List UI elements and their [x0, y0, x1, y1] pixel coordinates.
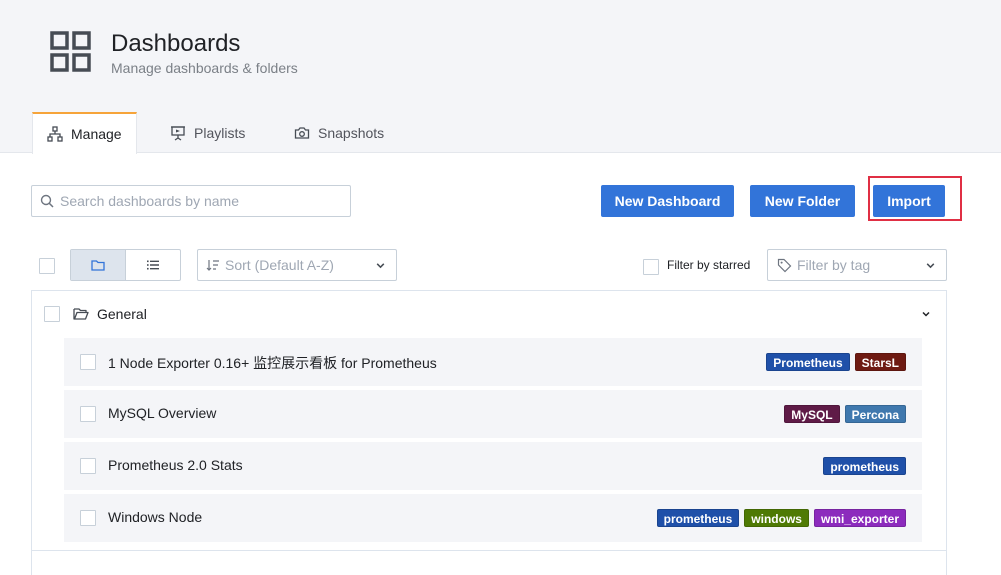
dashboard-tags: Prometheus StarsL	[766, 353, 906, 371]
folder-view-button[interactable]	[71, 250, 126, 280]
dashboard-tags: prometheus windows wmi_exporter	[656, 509, 906, 527]
dashboard-row[interactable]: Windows Node prometheus windows wmi_expo…	[64, 494, 922, 542]
dashboard-row[interactable]: 1 Node Exporter 0.16+ 监控展示看板 for Prometh…	[64, 338, 922, 386]
dashboard-tags: MySQL Percona	[784, 405, 906, 423]
search-input[interactable]	[60, 193, 340, 209]
sitemap-icon	[47, 126, 63, 142]
dashboard-name: MySQL Overview	[108, 405, 217, 421]
folder-checkbox[interactable]	[44, 306, 60, 322]
camera-icon	[294, 127, 310, 139]
presentation-icon	[171, 126, 185, 141]
chevron-down-icon	[376, 263, 385, 269]
tab-snapshots[interactable]: Snapshots	[294, 112, 384, 154]
sort-icon	[206, 260, 219, 271]
tag-filter-placeholder: Filter by tag	[797, 257, 871, 273]
select-all-checkbox[interactable]	[39, 258, 55, 274]
new-dashboard-button[interactable]: New Dashboard	[601, 185, 734, 217]
folder-open-icon	[73, 308, 89, 320]
list-icon	[146, 260, 159, 270]
dashboard-name: Prometheus 2.0 Stats	[108, 457, 243, 473]
dashboard-list-panel: General 1 Node Exporter 0.16+ 监控展示看板 for…	[31, 290, 947, 575]
folder-icon	[91, 260, 105, 271]
tag-badge[interactable]: wmi_exporter	[813, 509, 906, 527]
dashboard-tags: prometheus	[823, 457, 906, 475]
tag-badge[interactable]: prometheus	[823, 457, 906, 475]
tab-label: Playlists	[194, 125, 246, 141]
dashboard-checkbox[interactable]	[80, 406, 96, 422]
dashboard-name: Windows Node	[108, 509, 203, 525]
filter-starred-checkbox[interactable]	[643, 259, 659, 275]
folder-name: General	[97, 306, 147, 322]
tag-badge[interactable]: MySQL	[784, 405, 840, 423]
import-highlight-box	[868, 176, 962, 221]
page-header: Dashboards Manage dashboards & folders M…	[0, 0, 1001, 154]
search-icon	[40, 194, 54, 208]
sort-select[interactable]: Sort (Default A-Z)	[197, 249, 397, 281]
new-folder-button[interactable]: New Folder	[750, 185, 855, 217]
dashboard-row[interactable]: Prometheus 2.0 Stats prometheus	[64, 442, 922, 490]
tab-label: Snapshots	[318, 125, 385, 141]
tag-filter-select[interactable]: Filter by tag	[767, 249, 947, 281]
tag-badge[interactable]: prometheus	[656, 509, 740, 527]
dashboard-name: 1 Node Exporter 0.16+ 监控展示看板 for Prometh…	[108, 355, 437, 371]
page-subtitle: Manage dashboards & folders	[111, 60, 298, 76]
tag-badge[interactable]: StarsL	[854, 353, 906, 371]
dashboard-checkbox[interactable]	[80, 354, 96, 370]
list-view-button[interactable]	[126, 250, 181, 280]
tag-icon	[777, 258, 792, 272]
tab-playlists[interactable]: Playlists	[170, 112, 245, 154]
tab-manage[interactable]: Manage	[32, 112, 137, 154]
chevron-down-icon	[926, 263, 935, 269]
tag-badge[interactable]: windows	[744, 509, 809, 527]
dashboard-checkbox[interactable]	[80, 458, 96, 474]
divider	[32, 550, 946, 551]
chevron-down-icon	[922, 311, 930, 317]
folder-header-general[interactable]: General	[32, 291, 946, 337]
search-box[interactable]	[31, 185, 351, 217]
tag-badge[interactable]: Prometheus	[766, 353, 850, 371]
tab-label: Manage	[71, 126, 122, 142]
dashboard-checkbox[interactable]	[80, 510, 96, 526]
tag-badge[interactable]: Percona	[844, 405, 906, 423]
view-toggle	[70, 249, 181, 281]
page-title: Dashboards	[111, 30, 241, 57]
filter-starred-label: Filter by starred	[667, 258, 751, 272]
dashboard-grid-icon	[50, 31, 91, 72]
dashboard-row[interactable]: MySQL Overview MySQL Percona	[64, 390, 922, 438]
sort-placeholder: Sort (Default A-Z)	[225, 257, 334, 273]
